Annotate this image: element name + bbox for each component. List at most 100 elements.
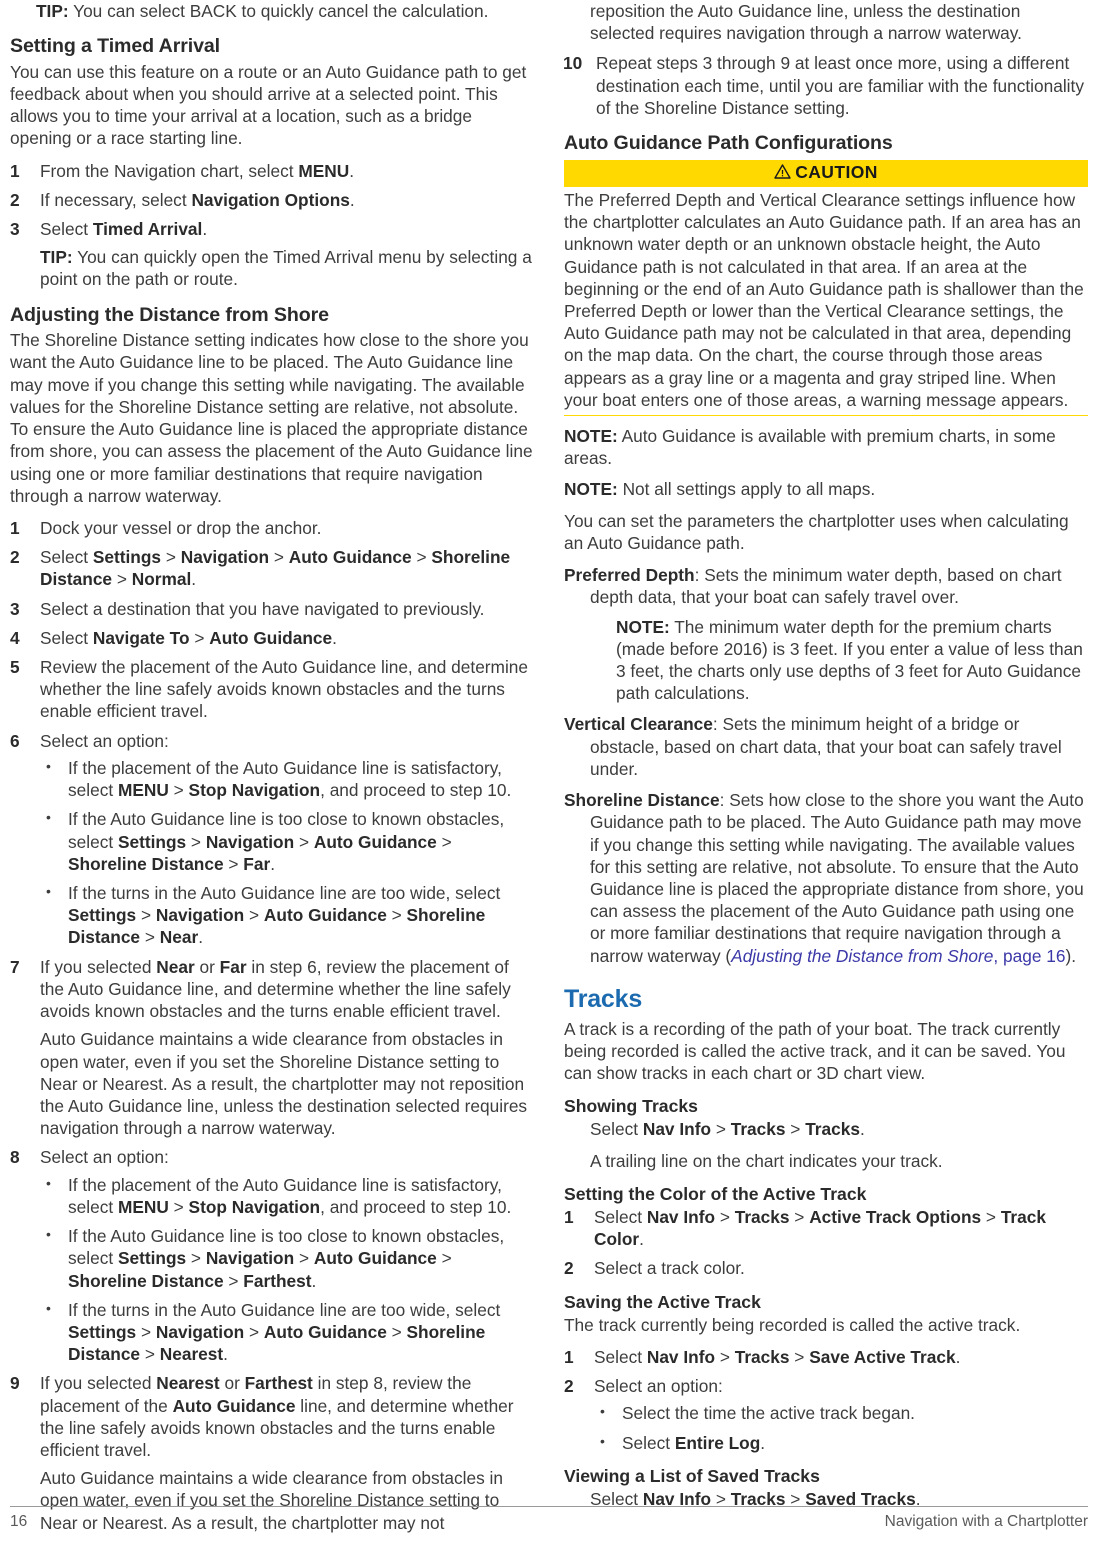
caution-body-text: The Preferred Depth and Vertical Clearan…	[564, 187, 1088, 417]
bullet-text-post: .	[270, 853, 276, 874]
note-text: The minimum water depth for the premium …	[616, 616, 1083, 704]
bullet-item: • Select Entire Log.	[594, 1432, 1088, 1454]
step-text: Select a track color.	[594, 1258, 745, 1279]
xref-title: Adjusting the Distance from Shore	[731, 945, 994, 966]
menu-path-2: Tracks	[805, 1119, 860, 1140]
step-item: 8 Select an option: • If the placement of …	[10, 1146, 534, 1365]
tracks-intro: A track is a recording of the path of yo…	[564, 1018, 1066, 1084]
definition-preferred-depth: Preferred Depth: Sets the minimum water …	[564, 564, 1088, 704]
saving-track-options: • Select the time the active track began.…	[594, 1402, 1088, 1453]
heading-adjusting-distance-from-shore: Adjusting the Distance from Shore	[10, 303, 329, 326]
definition-term: Preferred Depth	[564, 565, 695, 586]
step-item: 4 Select Navigate To > Auto Guidance.	[10, 627, 337, 648]
step6-options: • If the placement of the Auto Guidance l…	[40, 757, 534, 949]
menu-path-1: Tracks	[730, 1119, 786, 1140]
step-text-post: .	[191, 569, 197, 590]
menu-path-3: Shoreline Distance	[68, 1270, 224, 1291]
timed-arrival-intro: You can use this feature on a route or a…	[10, 61, 527, 149]
menu-path-2: Auto Guidance	[263, 905, 387, 926]
note-text: Not all settings apply to all maps.	[617, 479, 876, 500]
menu-path-1: Tracks	[734, 1346, 790, 1367]
heading-viewing-list-saved-tracks: Viewing a List of Saved Tracks	[564, 1465, 820, 1486]
step-text-post: .	[332, 627, 337, 648]
note-settings-maps: NOTE: Not all settings apply to all maps…	[564, 478, 1088, 500]
bullet-dot-icon: •	[600, 1403, 605, 1420]
bullet-dot-icon: •	[46, 757, 51, 774]
step-lead: Select an option:	[594, 1376, 723, 1397]
menu-path-1: Navigation	[155, 905, 245, 926]
heading-auto-guidance-path-configurations: Auto Guidance Path Configurations	[564, 132, 893, 155]
step-number: 4	[10, 627, 20, 648]
option-nearest: Nearest	[156, 1373, 220, 1394]
menu-item: MENU	[117, 1196, 169, 1217]
xref-page: , page 16	[993, 945, 1066, 966]
step-text-post: .	[202, 219, 208, 240]
cross-reference-link[interactable]: Adjusting the Distance from Shore, page …	[731, 946, 1065, 966]
footer-section-title: Navigation with a Chartplotter	[884, 1513, 1088, 1530]
step-number: 9	[10, 1373, 20, 1394]
bullet-text-pre: Select	[622, 1432, 675, 1453]
step-text: Review the placement of the Auto Guidanc…	[40, 657, 529, 722]
step-text-post: .	[639, 1229, 644, 1250]
step-text-pre: From the Navigation chart, select	[40, 160, 299, 181]
menu-path-4: Near	[159, 927, 199, 948]
bullet-dot-icon: •	[46, 1226, 51, 1243]
heading-tracks: Tracks	[564, 984, 643, 1013]
tip-text: You can quickly open the Timed Arrival m…	[40, 247, 532, 290]
timed-arrival-steps: 1 From the Navigation chart, select MENU.…	[10, 160, 534, 291]
step-item: 1 Dock your vessel or drop the anchor.	[10, 517, 534, 539]
step-number: 2	[564, 1258, 574, 1279]
shore-distance-steps: 1 Dock your vessel or drop the anchor. 2 S…	[10, 517, 534, 1534]
definition-text-end: ).	[1065, 945, 1077, 966]
step-text-post: .	[349, 189, 355, 210]
definition-text: : Sets how close to the shore you want t…	[590, 790, 1084, 966]
caution-label: CAUTION	[795, 161, 878, 182]
step-item: 3 Select Timed Arrival. TIP: You can quic…	[10, 218, 534, 291]
bullet-dot-icon: •	[600, 1432, 605, 1449]
bullet-text-pre: If the turns in the Auto Guidance line a…	[68, 883, 501, 903]
step-text-pre: Select	[594, 1346, 647, 1367]
menu-path-0: Settings	[117, 831, 187, 852]
option-near: Near	[156, 956, 195, 977]
step-number: 3	[10, 219, 20, 240]
step-number: 1	[564, 1346, 574, 1367]
step-number: 2	[10, 547, 20, 568]
menu-item-entire-log: Entire Log	[674, 1432, 761, 1453]
saving-track-intro: The track currently being recorded is ca…	[564, 1314, 1021, 1335]
shore-distance-intro: The Shoreline Distance setting indicates…	[10, 330, 533, 506]
right-column: reposition the Auto Guidance line, unles…	[563, 0, 1088, 1519]
menu-path-0: Settings	[117, 1248, 187, 1269]
step-text: Dock your vessel or drop the anchor.	[40, 517, 322, 538]
definition-subnote: NOTE: The minimum water depth for the pr…	[590, 616, 1088, 705]
menu-path-2: Save Active Track	[809, 1346, 956, 1367]
step-number: 1	[564, 1206, 574, 1227]
definition-vertical-clearance: Vertical Clearance: Sets the minimum hei…	[564, 713, 1088, 780]
step-item: 3 Select a destination that you have navi…	[10, 598, 534, 620]
definition-term: Vertical Clearance	[564, 714, 713, 735]
menu-path-1: Tracks	[734, 1206, 790, 1227]
menu-item: Stop Navigation	[188, 780, 321, 801]
menu-path-0: Nav Info	[646, 1206, 716, 1227]
menu-path-0: Navigate To	[92, 627, 190, 648]
path-config-intro: You can set the parameters the chartplot…	[564, 510, 1069, 553]
tip-cancel-calculation: TIP: You can select BACK to quickly canc…	[10, 0, 534, 22]
step-number: 1	[10, 160, 20, 181]
menu-path-4: Farthest	[243, 1270, 312, 1291]
bullet-text: Select the time the active track began.	[622, 1403, 915, 1424]
step-number: 8	[10, 1147, 20, 1168]
bullet-dot-icon: •	[46, 883, 51, 899]
step-item: 5 Review the placement of the Auto Guidan…	[10, 656, 534, 723]
step-item: 2 If necessary, select Navigation Options…	[10, 189, 534, 211]
feature-auto-guidance: Auto Guidance	[172, 1395, 296, 1416]
menu-path-3: Shoreline Distance	[68, 853, 224, 874]
definition-shoreline-distance: Shoreline Distance: Sets how close to th…	[564, 789, 1088, 967]
menu-path-2: Auto Guidance	[263, 1321, 387, 1342]
note-label: NOTE:	[564, 479, 618, 500]
page-footer: 16 Navigation with a Chartplotter	[10, 1506, 1088, 1531]
step-text-pre: If you selected	[40, 956, 157, 977]
note-label: NOTE:	[564, 426, 618, 447]
step-text-pre: If necessary, select	[40, 189, 192, 210]
option-farthest: Farthest	[244, 1373, 313, 1394]
bullet-item: • If the Auto Guidance line is too close …	[46, 809, 505, 874]
step-item: 2 Select an option: • Select the time the …	[564, 1375, 1088, 1454]
